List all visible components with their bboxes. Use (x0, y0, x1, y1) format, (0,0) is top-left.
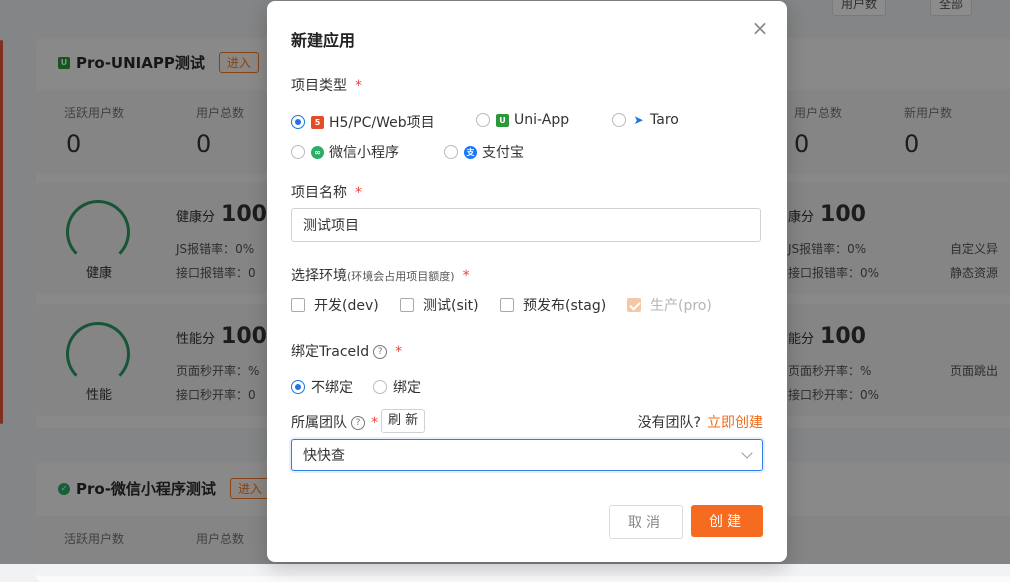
checkbox-box[interactable] (500, 298, 514, 312)
radio-circle[interactable] (612, 113, 626, 127)
cancel-button[interactable]: 取消 (609, 505, 683, 539)
checkbox-box (627, 298, 641, 312)
help-icon[interactable]: ? (373, 345, 388, 359)
trace-label: 绑定TraceId? * (291, 344, 403, 360)
radio-circle[interactable] (291, 115, 305, 129)
radio-circle[interactable] (444, 145, 458, 159)
help-icon[interactable]: ? (351, 416, 365, 430)
env-stag-checkbox[interactable]: 预发布(stag) (500, 295, 606, 315)
alipay-icon: 支 (464, 145, 477, 159)
radio-h5[interactable]: 5 H5/PC/Web项目 (291, 112, 435, 132)
radio-uniapp[interactable]: U Uni-App (476, 112, 569, 128)
no-team-hint: 没有团队? 立即创建 (637, 415, 763, 431)
checkbox-box[interactable] (400, 298, 414, 312)
radio-bind[interactable]: 绑定 (373, 377, 421, 397)
dialog-title: 新建应用 (291, 31, 356, 50)
create-button[interactable]: 创建 (691, 505, 763, 537)
radio-alipay[interactable]: 支 支付宝 (444, 142, 524, 162)
env-sit-checkbox[interactable]: 测试(sit) (400, 295, 479, 315)
html5-icon: 5 (311, 115, 324, 129)
chevron-down-icon (741, 447, 753, 459)
project-type-label: 项目类型 * (291, 78, 362, 94)
radio-wechat-mini[interactable]: ∞ 微信小程序 (291, 142, 399, 162)
uni-app-icon: U (496, 113, 509, 127)
radio-no-bind[interactable]: 不绑定 (291, 377, 353, 397)
radio-circle[interactable] (291, 380, 305, 394)
environment-label: 选择环境(环境会占用项目额度) * (291, 268, 470, 284)
radio-taro[interactable]: ➤ Taro (612, 112, 679, 128)
radio-circle[interactable] (476, 113, 490, 127)
create-team-link[interactable]: 立即创建 (707, 415, 763, 431)
taro-icon: ➤ (633, 113, 644, 127)
refresh-button[interactable]: 刷 新 (381, 409, 426, 433)
create-app-dialog: 新建应用 × 项目类型 * 5 H5/PC/Web项目 U Uni-App ➤ T… (267, 1, 787, 562)
checkbox-box[interactable] (291, 298, 305, 312)
radio-circle[interactable] (373, 380, 387, 394)
env-dev-checkbox[interactable]: 开发(dev) (291, 295, 379, 315)
project-name-label: 项目名称 * (291, 185, 362, 201)
wechat-mini-icon: ∞ (311, 145, 324, 159)
close-icon[interactable]: × (749, 16, 771, 40)
radio-circle[interactable] (291, 145, 305, 159)
env-pro-checkbox: 生产(pro) (627, 295, 712, 315)
team-label: 所属团队? * (291, 415, 378, 431)
project-name-input[interactable]: 测试项目 (291, 208, 761, 242)
team-select[interactable]: 快快查 (291, 439, 763, 471)
